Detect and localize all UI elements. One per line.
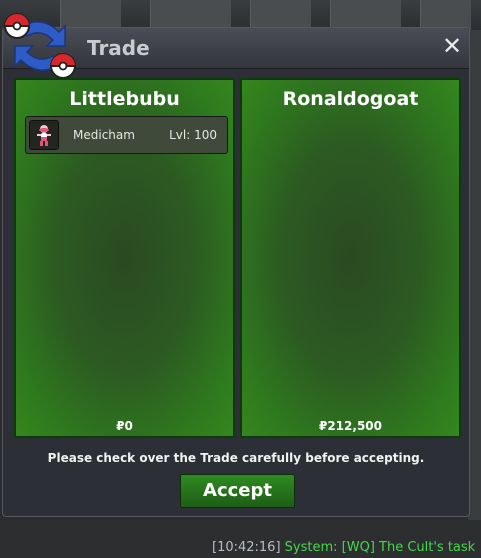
chat-line: [10:42:16] System: [WQ] The Cult's task xyxy=(212,540,475,555)
money-left: ₽0 xyxy=(116,419,133,433)
item-level: Lvl: 100 xyxy=(169,128,217,142)
player-name-right: Ronaldogoat xyxy=(282,88,419,110)
medicham-sprite-icon xyxy=(29,120,59,150)
trade-item-medicham[interactable]: Medicham Lvl: 100 xyxy=(25,116,228,154)
trade-window: Trade ✕ Littlebubu Medicham Lvl: 100 ₽0 … xyxy=(2,13,470,517)
trade-logo-icon xyxy=(4,13,76,79)
window-title: Trade xyxy=(87,36,150,60)
trade-panel-left: Littlebubu Medicham Lvl: 100 ₽0 xyxy=(14,78,235,438)
close-icon[interactable]: ✕ xyxy=(441,34,463,58)
trade-notice: Please check over the Trade carefully be… xyxy=(47,451,425,465)
trade-panel-right: Ronaldogoat ₽212,500 xyxy=(240,78,461,438)
chat-message: System: [WQ] The Cult's task xyxy=(284,540,476,555)
item-name: Medicham xyxy=(73,128,135,142)
accept-button[interactable]: Accept xyxy=(180,474,295,508)
money-right: ₽212,500 xyxy=(318,419,382,433)
chat-timestamp: [10:42:16] xyxy=(212,540,281,555)
player-name-left: Littlebubu xyxy=(69,88,180,110)
